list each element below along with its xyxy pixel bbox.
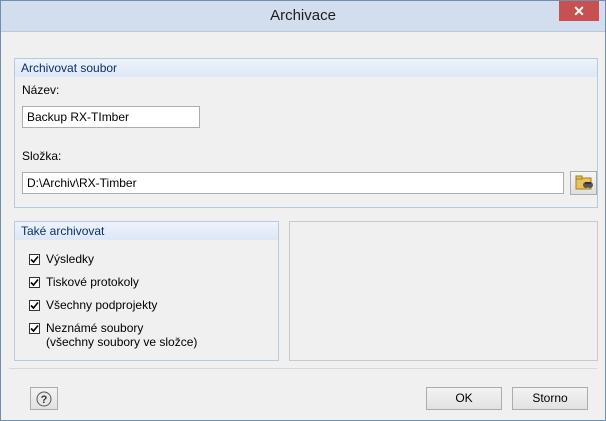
ok-button[interactable]: OK [426,387,502,410]
checkbox-label: Všechny podprojekty [46,298,158,312]
also-archive-group-header: Také archivovat [15,222,278,240]
checkbox-icon[interactable] [29,300,40,311]
close-button[interactable]: ✕ [559,1,599,21]
folder-browse-icon [571,175,596,197]
folder-label: Složka: [22,149,62,163]
help-icon: ? [36,391,52,410]
also-archive-group-title: Také archivovat [21,224,105,238]
title-bar[interactable]: Archivace ✕ [1,1,605,32]
cancel-button[interactable]: Storno [512,387,588,410]
checkbox-label: Výsledky [46,252,95,266]
archive-file-group-header: Archivovat soubor [15,59,597,77]
folder-field[interactable]: D:\Archiv\RX-Timber [22,172,564,194]
name-label: Název: [22,83,60,97]
browse-folder-button[interactable] [570,171,597,195]
also-archive-group: Také archivovat Výsledky Tiskové protoko… [14,221,279,361]
svg-text:?: ? [41,394,48,406]
checkbox-icon[interactable] [29,277,40,288]
archive-dialog: Archivace ✕ Archivovat soubor Název: Bac… [0,0,606,421]
checkbox-label: Neznámé soubory [46,321,144,335]
archive-file-group-title: Archivovat soubor [21,61,118,75]
footer-separator [9,368,597,369]
archive-file-group: Archivovat soubor Název: Backup RX-TImbe… [14,58,598,208]
checkbox-icon[interactable] [29,323,40,334]
name-field[interactable]: Backup RX-TImber [22,106,200,128]
dialog-title: Archivace [270,7,336,24]
checkbox-label: Tiskové protokoly [46,275,139,289]
help-button[interactable]: ? [30,387,58,410]
checkbox-icon[interactable] [29,254,40,265]
empty-panel [289,221,598,361]
close-icon: ✕ [573,3,585,19]
checkbox-label-secondary: (všechny soubory ve složce) [46,335,198,349]
